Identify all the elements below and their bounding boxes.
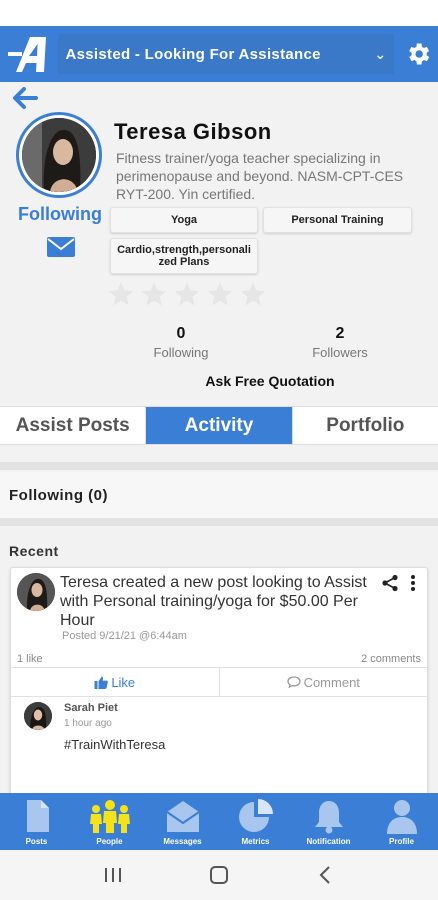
- nav-metrics[interactable]: Metrics: [219, 793, 292, 850]
- nav-notification[interactable]: Notification: [292, 793, 365, 850]
- bell-icon: [314, 801, 343, 834]
- system-nav-bar: [0, 850, 438, 900]
- comment-label: Comment: [303, 674, 360, 690]
- comment-button[interactable]: Comment: [218, 668, 428, 696]
- comments-count[interactable]: 2 comments: [361, 653, 421, 665]
- like-label: Like: [111, 674, 136, 690]
- profile-tabs: Assist Posts Activity Portfolio: [0, 406, 438, 445]
- following-section-label: Following (0): [9, 487, 108, 504]
- recent-label: Recent: [9, 543, 59, 559]
- profile-name: Teresa Gibson: [114, 119, 272, 144]
- tab-activity[interactable]: Activity: [146, 407, 293, 444]
- followers-stat[interactable]: 2 Followers: [280, 325, 400, 360]
- star-icon[interactable]: [139, 280, 169, 308]
- user-icon: [386, 800, 417, 834]
- avatar[interactable]: [17, 573, 55, 611]
- divider: [0, 518, 438, 526]
- profile-bio: Fitness trainer/yoga teacher specializin…: [116, 150, 404, 202]
- chevron-down-icon: ⌄: [374, 45, 387, 62]
- following-button[interactable]: Following: [10, 204, 110, 225]
- star-icon[interactable]: [238, 280, 268, 308]
- star-icon[interactable]: [172, 280, 202, 308]
- rating-stars[interactable]: [106, 280, 268, 308]
- nav-label: Profile: [389, 837, 414, 846]
- comment-body: #TrainWithTeresa: [64, 737, 166, 752]
- following-section[interactable]: Following (0): [0, 472, 438, 518]
- tag-personal-training: Personal Training: [263, 207, 412, 233]
- status-bar: [0, 0, 438, 26]
- back-arrow-icon[interactable]: [12, 86, 40, 110]
- post-date: Posted 9/21/21 @6:44am: [62, 630, 187, 642]
- nav-posts[interactable]: Posts: [0, 793, 73, 850]
- more-options-icon[interactable]: [409, 574, 417, 592]
- nav-label: Posts: [25, 837, 48, 846]
- divider: [0, 462, 438, 470]
- avatar[interactable]: [24, 702, 52, 730]
- nav-messages[interactable]: Messages: [146, 793, 219, 850]
- ask-quotation-button[interactable]: Ask Free Quotation: [180, 373, 360, 389]
- followers-label: Followers: [312, 345, 368, 360]
- comment-icon: [286, 676, 301, 688]
- home-icon[interactable]: [207, 863, 231, 887]
- back-icon[interactable]: [313, 863, 337, 887]
- thumbs-up-icon: [94, 676, 109, 689]
- bottom-nav: Posts People Messages Metrics Notificati…: [0, 793, 438, 850]
- star-icon[interactable]: [106, 280, 136, 308]
- pie-chart-icon: [238, 799, 273, 832]
- top-bar: Assisted - Looking For Assistance ⌄: [0, 26, 438, 82]
- envelope-icon: [165, 801, 200, 832]
- nav-people[interactable]: People: [73, 793, 146, 850]
- star-icon[interactable]: [205, 280, 235, 308]
- comment-author[interactable]: Sarah Piet: [64, 702, 118, 714]
- profile-avatar: [16, 112, 102, 198]
- followers-count: 2: [335, 325, 345, 342]
- tab-assist-posts[interactable]: Assist Posts: [0, 407, 147, 444]
- nav-label: Notification: [306, 837, 351, 846]
- recent-apps-icon[interactable]: [101, 863, 125, 887]
- mode-select-label: Assisted - Looking For Assistance: [65, 45, 321, 63]
- post-text: Teresa created a new post looking to Ass…: [60, 574, 367, 629]
- gear-icon[interactable]: [398, 34, 438, 74]
- following-count: 0: [176, 325, 186, 342]
- post-actions: Like Comment: [11, 667, 427, 697]
- tag-cardio-plans: Cardio,strength,personalized Plans: [110, 238, 258, 274]
- nav-label: Messages: [163, 837, 202, 846]
- envelope-icon[interactable]: [46, 236, 76, 258]
- like-button[interactable]: Like: [11, 668, 219, 696]
- app-logo[interactable]: [4, 32, 54, 76]
- people-icon: [89, 800, 130, 833]
- nav-label: Metrics: [241, 837, 270, 846]
- following-stat[interactable]: 0 Following: [121, 325, 241, 360]
- share-icon[interactable]: [381, 574, 399, 592]
- nav-profile[interactable]: Profile: [365, 793, 438, 850]
- tab-portfolio[interactable]: Portfolio: [293, 407, 438, 444]
- mode-select[interactable]: Assisted - Looking For Assistance ⌄: [57, 34, 395, 74]
- likes-count[interactable]: 1 like: [17, 653, 43, 665]
- nav-label: People: [96, 837, 123, 846]
- document-icon: [26, 800, 49, 832]
- tag-yoga: Yoga: [110, 207, 258, 233]
- following-label: Following: [153, 345, 209, 360]
- activity-card: Teresa created a new post looking to Ass…: [10, 567, 428, 807]
- comment-time: 1 hour ago: [64, 718, 112, 729]
